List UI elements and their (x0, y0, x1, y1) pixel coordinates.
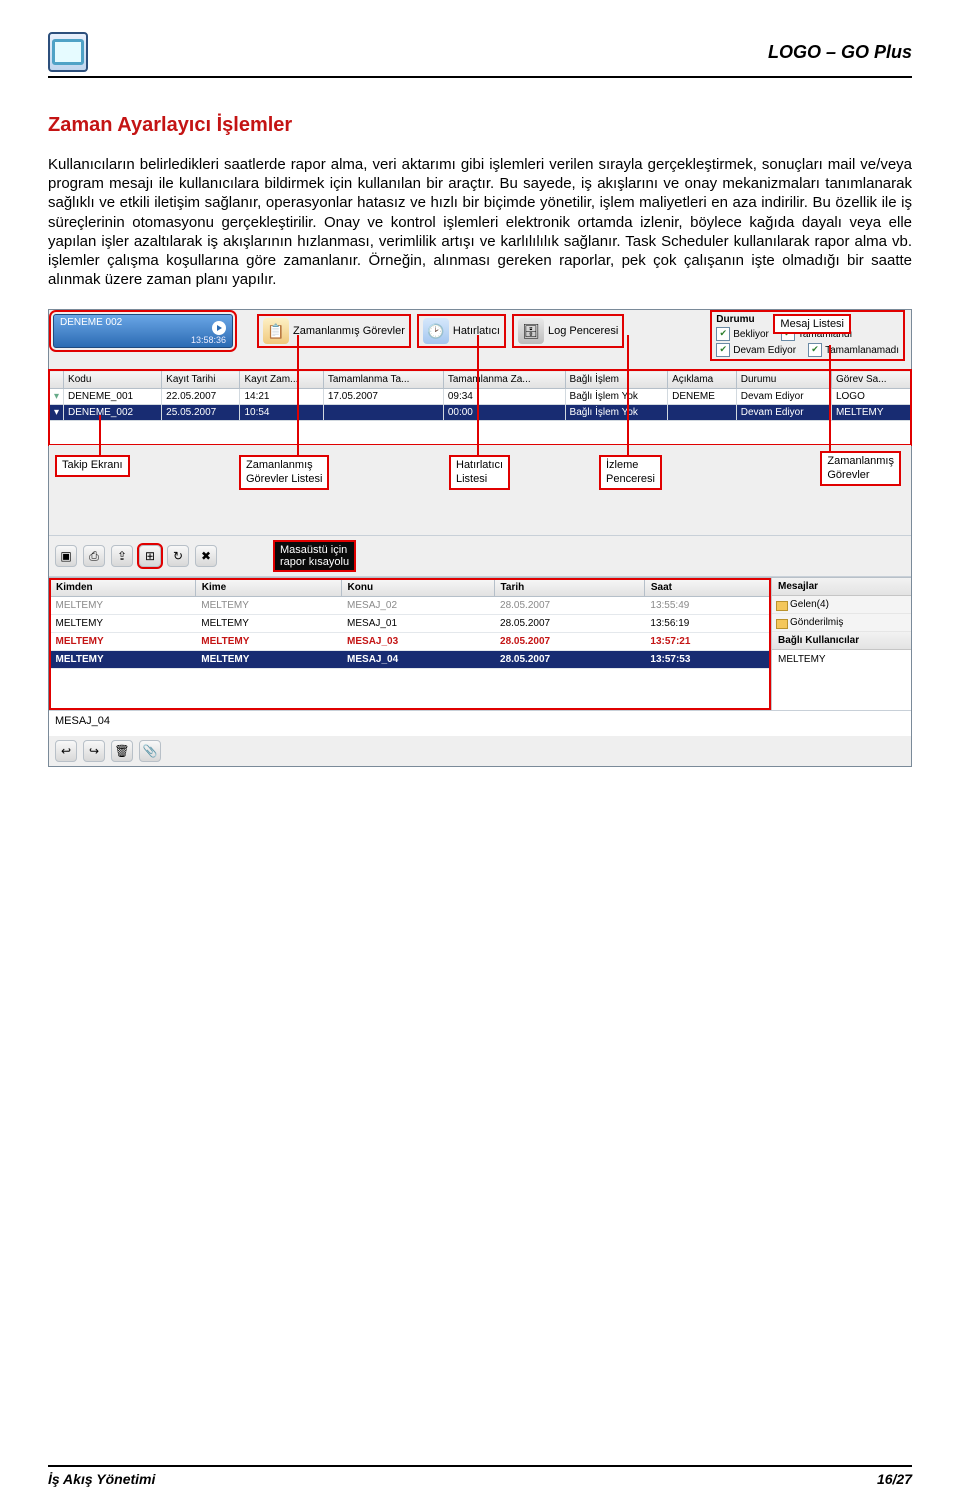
desktop-shortcut-icon[interactable]: ⊞ (139, 545, 161, 567)
callout-hatirlatici: Hatırlatıcı Listesi (449, 455, 510, 489)
col-kodu[interactable]: Kodu (64, 371, 162, 389)
shortcut-bar: ▣ ⎙ ⇪ ⊞ ↻ ✖ Masaüstü için rapor kısayolu… (49, 535, 911, 577)
mcol-saat[interactable]: Saat (644, 579, 770, 597)
mail-table[interactable]: Kimden Kime Konu Tarih Saat MELTEMYMELTE… (49, 578, 771, 669)
callout-izleme: İzleme Penceresi (599, 455, 662, 489)
callouts-region: Takip Ekranı Zamanlanmış Görevler Listes… (49, 445, 911, 535)
document-paragraph: Kullanıcıların belirledikleri saatlerde … (48, 155, 912, 289)
trash-icon[interactable]: 🗑 (111, 740, 133, 762)
database-icon: 🗄 (518, 318, 544, 344)
new-icon[interactable]: ▣ (55, 545, 77, 567)
col-kayit-zam[interactable]: Kayıt Zam... (240, 371, 323, 389)
bottom-icon-bar: ↩ ↪ 🗑 📎 (49, 736, 911, 766)
log-window-label: Log Penceresi (548, 325, 618, 337)
product-name: LOGO – GO Plus (768, 42, 912, 63)
clipboard-icon: 📋 (263, 318, 289, 344)
play-icon[interactable] (212, 321, 226, 335)
mail-row[interactable]: MELTEMYMELTEMYMESAJ_0428.05.200713:57:53 (50, 651, 771, 669)
page-footer: İş Akış Yönetimi 16/27 (48, 1465, 912, 1487)
refresh-icon[interactable]: ↻ (167, 545, 189, 567)
task-table[interactable]: Kodu Kayıt Tarihi Kayıt Zam... Tamamlanm… (49, 370, 911, 421)
side-bagli-kullanicilar: Bağlı Kullanıcılar (772, 632, 911, 650)
side-gelen[interactable]: Gelen(4) (772, 596, 911, 614)
task-badge-time: 13:58:36 (191, 335, 226, 345)
callout-zamanlanmis-list: Zamanlanmış Görevler Listesi (239, 455, 329, 489)
message-content-field[interactable]: MESAJ_04 (49, 710, 911, 736)
footer-title: İş Akış Yönetimi (48, 1471, 877, 1487)
task-header-row: Kodu Kayıt Tarihi Kayıt Zam... Tamamlanm… (50, 371, 911, 389)
col-kayit-tarihi[interactable]: Kayıt Tarihi (162, 371, 240, 389)
scheduled-tasks-label: Zamanlanmış Görevler (293, 325, 405, 337)
col-bagli[interactable]: Bağlı İşlem (565, 371, 668, 389)
forward-icon[interactable]: ↪ (83, 740, 105, 762)
document-heading: Zaman Ayarlayıcı İşlemler (48, 114, 912, 137)
side-mesajlar: Mesajlar (772, 578, 911, 596)
col-durumu[interactable]: Durumu (736, 371, 831, 389)
reminder-button[interactable]: 🕑 Hatırlatıcı (419, 316, 504, 346)
col-tam-za[interactable]: Tamamlanma Za... (443, 371, 565, 389)
logo-icon (48, 32, 88, 72)
top-icon-row: 📋 Zamanlanmış Görevler 🕑 Hatırlatıcı 🗄 L… (259, 316, 622, 346)
export-icon[interactable]: ⇪ (111, 545, 133, 567)
app-screenshot: DENEME 002 13:58:36 📋 Zamanlanmış Görevl… (48, 309, 912, 767)
task-table-region: Kodu Kayıt Tarihi Kayıt Zam... Tamamlanm… (49, 370, 911, 445)
callout-takip: Takip Ekranı (55, 455, 130, 476)
reply-icon[interactable]: ↩ (55, 740, 77, 762)
side-gonderilmis[interactable]: Gönderilmiş (772, 614, 911, 632)
page-header: LOGO – GO Plus (48, 32, 912, 72)
task-row[interactable]: ▾DENEME_00122.05.200714:2117.05.200709:3… (50, 389, 911, 405)
mail-list-region: Kimden Kime Konu Tarih Saat MELTEMYMELTE… (49, 578, 771, 710)
mcol-kimden[interactable]: Kimden (50, 579, 196, 597)
mail-header-row: Kimden Kime Konu Tarih Saat (50, 579, 771, 597)
attach-icon[interactable]: 📎 (139, 740, 161, 762)
mail-row[interactable]: MELTEMYMELTEMYMESAJ_0228.05.200713:55:49 (50, 597, 771, 615)
clock-icon: 🕑 (423, 318, 449, 344)
mcol-tarih[interactable]: Tarih (494, 579, 644, 597)
filter-failed[interactable]: Tamamlanamadı (808, 343, 899, 357)
scheduled-tasks-button[interactable]: 📋 Zamanlanmış Görevler (259, 316, 409, 346)
header-rule (48, 76, 912, 78)
col-tam-ta[interactable]: Tamamlanma Ta... (323, 371, 443, 389)
col-aciklama[interactable]: Açıklama (668, 371, 737, 389)
callout-mesaj-listesi: Mesaj Listesi (773, 314, 851, 334)
task-badge[interactable]: DENEME 002 13:58:36 (53, 314, 233, 348)
filter-running[interactable]: Devam Ediyor (716, 343, 796, 357)
print-icon[interactable]: ⎙ (83, 545, 105, 567)
mail-row[interactable]: MELTEMYMELTEMYMESAJ_0328.05.200713:57:21 (50, 633, 771, 651)
mail-side-panel: Mesajlar Gelen(4) Gönderilmiş Bağlı Kull… (771, 578, 911, 710)
task-row[interactable]: ▾DENEME_00225.05.200710:5400:00Bağlı İşl… (50, 405, 911, 421)
callout-masaustu: Masaüstü için rapor kısayolu (273, 540, 356, 572)
mail-row[interactable]: MELTEMYMELTEMYMESAJ_0128.05.200713:56:19 (50, 615, 771, 633)
mail-region: Kimden Kime Konu Tarih Saat MELTEMYMELTE… (49, 577, 911, 710)
delete-icon[interactable]: ✖ (195, 545, 217, 567)
log-window-button[interactable]: 🗄 Log Penceresi (514, 316, 622, 346)
mcol-konu[interactable]: Konu (341, 579, 494, 597)
mcol-kime[interactable]: Kime (195, 579, 341, 597)
footer-page: 16/27 (877, 1471, 912, 1487)
col-gorev[interactable]: Görev Sa... (831, 371, 910, 389)
side-user[interactable]: MELTEMY (772, 650, 911, 710)
task-badge-title: DENEME 002 (60, 317, 226, 328)
callout-zamanlanmis-gorevler: Zamanlanmış Görevler (820, 451, 901, 485)
filter-waiting[interactable]: Bekliyor (716, 327, 769, 341)
